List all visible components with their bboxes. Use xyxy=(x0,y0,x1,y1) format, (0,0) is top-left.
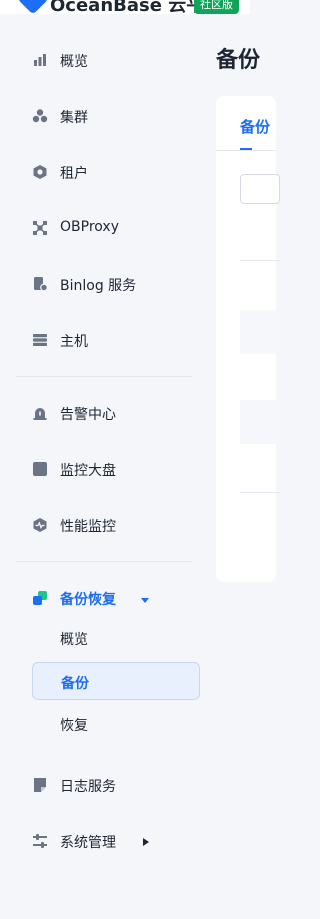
sidebar-item-binlog[interactable]: Binlog 服务 xyxy=(0,264,200,304)
table-row[interactable] xyxy=(240,400,280,444)
oceanbase-logo-icon[interactable] xyxy=(17,0,49,14)
sidebar-item-tenant[interactable]: 租户 xyxy=(0,152,200,192)
sidebar-item-obproxy[interactable]: OBProxy xyxy=(0,208,200,248)
filter-select[interactable] xyxy=(240,174,280,204)
table-divider xyxy=(240,492,280,493)
top-header: OceanBase 云平台 社区版 xyxy=(0,0,250,14)
log-icon xyxy=(32,777,48,793)
table-header-row xyxy=(240,310,280,354)
edition-badge: 社区版 xyxy=(194,0,239,14)
sidebar-item-label: 租户 xyxy=(60,166,88,182)
sidebar-subitem-label: 备份 xyxy=(61,676,89,692)
page-title: 备份 xyxy=(216,48,261,73)
sidebar-divider xyxy=(16,376,192,377)
content-card: 备份 xyxy=(216,96,280,582)
sidebar-item-overview[interactable]: 概览 xyxy=(0,40,200,80)
sidebar-subitem-overview[interactable]: 概览 xyxy=(32,619,200,657)
settings-sliders-icon xyxy=(32,833,48,849)
caret-down-icon[interactable] xyxy=(140,593,150,609)
sidebar-item-label: 概览 xyxy=(60,54,88,70)
tab-bar-divider xyxy=(216,150,276,151)
caret-right-icon[interactable] xyxy=(142,835,150,851)
sidebar-item-performance-monitor[interactable]: 性能监控 xyxy=(0,505,200,545)
sidebar-item-log-service[interactable]: 日志服务 xyxy=(0,765,200,805)
sidebar-item-cluster[interactable]: 集群 xyxy=(0,96,200,136)
table-divider xyxy=(240,260,280,261)
cluster-icon xyxy=(32,108,48,124)
sidebar-item-alarm-center[interactable]: 告警中心 xyxy=(0,393,200,433)
sidebar-item-label: 告警中心 xyxy=(60,407,116,423)
sidebar-item-label: 日志服务 xyxy=(60,779,116,795)
tenant-icon xyxy=(32,164,48,180)
sidebar-group-label: 备份恢复 xyxy=(60,592,116,608)
tab-backup[interactable]: 备份 xyxy=(240,116,270,137)
sidebar-subitem-label: 恢复 xyxy=(60,718,88,734)
dashboard-icon xyxy=(32,461,48,477)
sidebar-item-label: Binlog 服务 xyxy=(60,278,137,294)
binlog-icon xyxy=(32,276,48,292)
sidebar-item-label: OBProxy xyxy=(60,219,119,235)
sidebar-divider xyxy=(16,561,192,562)
sidebar-subitem-backup[interactable]: 备份 xyxy=(32,662,200,700)
host-icon xyxy=(32,332,48,348)
bar-chart-icon xyxy=(32,52,48,68)
performance-icon xyxy=(32,517,48,533)
sidebar-item-system-management[interactable]: 系统管理 xyxy=(0,821,200,861)
sidebar-item-label: 性能监控 xyxy=(60,519,116,535)
sidebar-item-label: 集群 xyxy=(60,110,88,126)
backup-icon xyxy=(32,590,48,606)
sidebar-item-label: 监控大盘 xyxy=(60,463,116,479)
proxy-icon xyxy=(32,220,48,236)
sidebar-item-host[interactable]: 主机 xyxy=(0,320,200,360)
sidebar-subitem-restore[interactable]: 恢复 xyxy=(32,705,200,743)
sidebar-subitem-label: 概览 xyxy=(60,632,88,648)
sidebar-item-label: 主机 xyxy=(60,334,88,350)
sidebar-item-label: 系统管理 xyxy=(60,835,116,851)
alarm-icon xyxy=(32,405,48,421)
sidebar-item-monitor-dashboard[interactable]: 监控大盘 xyxy=(0,449,200,489)
sidebar-group-backup-restore[interactable]: 备份恢复 xyxy=(0,578,200,618)
